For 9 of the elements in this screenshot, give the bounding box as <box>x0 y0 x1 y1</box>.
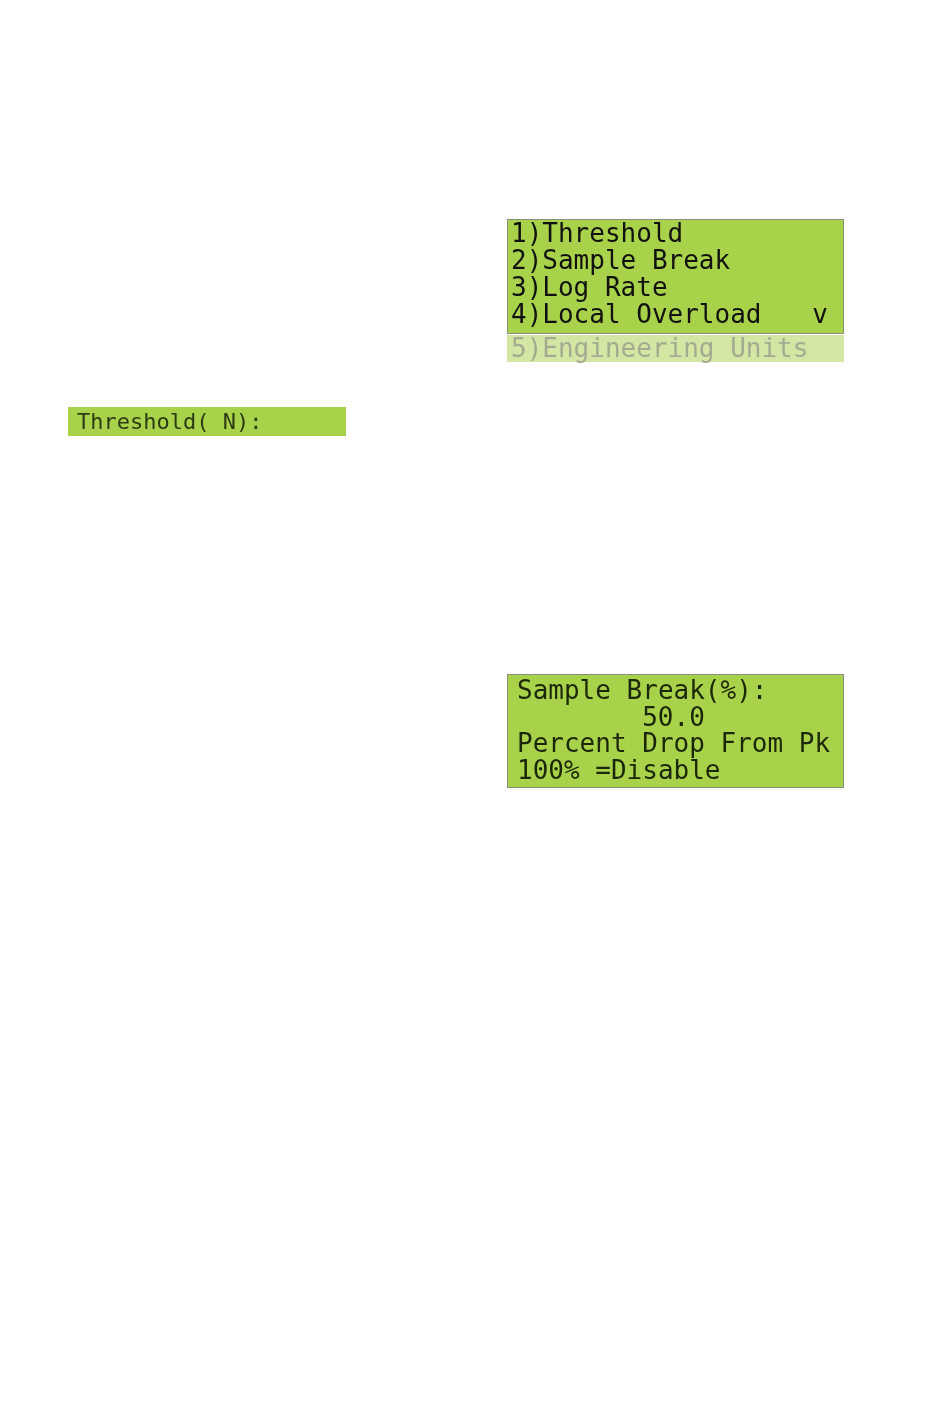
scroll-down-indicator: v <box>812 301 828 328</box>
lcd-text-line: Percent Drop From Pk <box>517 730 831 757</box>
menu-item[interactable]: 2)Sample Break <box>511 247 731 274</box>
menu-item[interactable]: 1)Threshold <box>511 220 684 247</box>
menu-item[interactable]: 4)Local Overload <box>511 301 762 328</box>
menu-item[interactable]: 3)Log Rate <box>511 274 668 301</box>
lcd-prompt: Threshold( N): <box>68 407 346 436</box>
lcd-text-line: Sample Break(%): <box>517 677 768 704</box>
lcd-value: 50.0 <box>642 703 705 730</box>
